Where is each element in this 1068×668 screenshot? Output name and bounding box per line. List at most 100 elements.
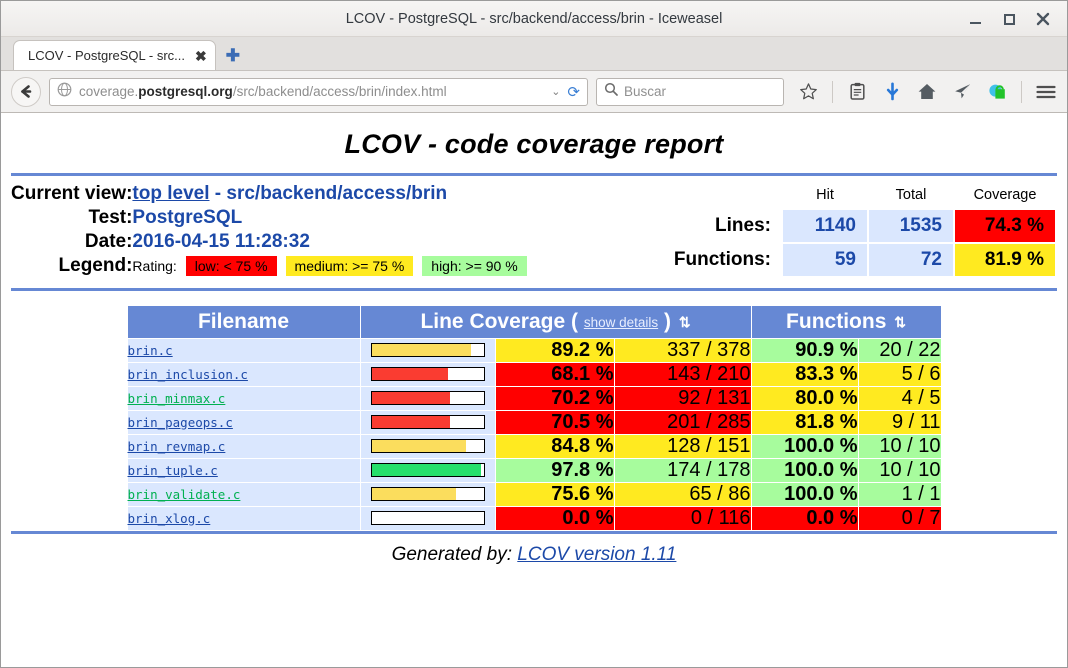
cell-filename: brin_pageops.c bbox=[128, 411, 360, 434]
top-level-link[interactable]: top level bbox=[132, 183, 209, 204]
coverage-header-row: Filename Line Coverage ( show details ) … bbox=[128, 306, 941, 338]
coverage-meter-fill bbox=[372, 368, 448, 380]
stats-functions-hit: 59 bbox=[783, 244, 867, 276]
cell-coverage-bar bbox=[361, 459, 495, 482]
download-arrow-icon[interactable] bbox=[881, 81, 903, 103]
legend-value: Rating: low: < 75 % medium: >= 75 % high… bbox=[132, 254, 526, 278]
cell-filename: brin.c bbox=[128, 339, 360, 362]
bookmark-star-icon[interactable] bbox=[797, 81, 819, 103]
summary-section: Current view: top level - src/backend/ac… bbox=[7, 176, 1061, 278]
sort-icon-line[interactable]: ⇅ bbox=[677, 314, 691, 330]
maximize-button[interactable] bbox=[1001, 11, 1017, 27]
file-link[interactable]: brin_xlog.c bbox=[128, 511, 211, 526]
cell-line-percent: 84.8 % bbox=[496, 435, 614, 458]
new-tab-icon[interactable]: ✚ bbox=[226, 47, 240, 64]
table-row: brin_minmax.c70.2 %92 / 13180.0 %4 / 5 bbox=[128, 387, 941, 410]
lcov-version-link[interactable]: LCOV version 1.11 bbox=[517, 544, 676, 565]
stats-col-hit: Hit bbox=[783, 184, 867, 208]
sort-icon-functions[interactable]: ⇅ bbox=[892, 314, 906, 330]
hamburger-menu-icon[interactable] bbox=[1035, 81, 1057, 103]
summary-left: Current view: top level - src/backend/ac… bbox=[11, 182, 527, 278]
test-label: Test: bbox=[11, 206, 132, 230]
table-row: brin_revmap.c84.8 %128 / 151100.0 %10 / … bbox=[128, 435, 941, 458]
stats-corner bbox=[673, 184, 781, 208]
pocket-send-icon[interactable] bbox=[951, 81, 973, 103]
stats-lines-row: Lines: 1140 1535 74.3 % bbox=[673, 210, 1055, 242]
chevron-down-icon[interactable]: ⌄ bbox=[551, 85, 560, 98]
file-link[interactable]: brin_validate.c bbox=[128, 487, 241, 502]
test-value: PostgreSQL bbox=[132, 206, 526, 230]
coverage-table-body: brin.c89.2 %337 / 37890.9 %20 / 22brin_i… bbox=[128, 339, 941, 530]
coverage-meter-fill bbox=[372, 440, 467, 452]
stats-col-total: Total bbox=[869, 184, 953, 208]
url-prefix: coverage. bbox=[79, 84, 138, 99]
summary-right: Hit Total Coverage Lines: 1140 1535 74.3… bbox=[527, 182, 1057, 278]
minimize-button[interactable] bbox=[967, 11, 983, 27]
column-header-filename[interactable]: Filename bbox=[128, 306, 360, 338]
cell-line-ratio: 128 / 151 bbox=[615, 435, 751, 458]
file-link[interactable]: brin_minmax.c bbox=[128, 391, 226, 406]
sync-lock-icon[interactable] bbox=[986, 81, 1008, 103]
coverage-meter bbox=[371, 391, 485, 405]
date-value: 2016-04-15 11:28:32 bbox=[132, 230, 526, 254]
toolbar-divider bbox=[832, 81, 833, 103]
cell-function-ratio: 1 / 1 bbox=[859, 483, 941, 506]
cell-filename: brin_minmax.c bbox=[128, 387, 360, 410]
cell-line-ratio: 0 / 116 bbox=[615, 507, 751, 530]
cell-filename: brin_xlog.c bbox=[128, 507, 360, 530]
file-link[interactable]: brin_inclusion.c bbox=[128, 367, 248, 382]
table-row: brin_tuple.c97.8 %174 / 178100.0 %10 / 1… bbox=[128, 459, 941, 482]
table-row: brin_xlog.c0.0 %0 / 1160.0 %0 / 7 bbox=[128, 507, 941, 530]
cell-coverage-bar bbox=[361, 339, 495, 362]
reload-icon[interactable]: ⟳ bbox=[567, 83, 580, 101]
file-link[interactable]: brin_tuple.c bbox=[128, 463, 218, 478]
search-bar[interactable]: Buscar bbox=[596, 78, 784, 106]
cell-function-ratio: 20 / 22 bbox=[859, 339, 941, 362]
file-link[interactable]: brin_pageops.c bbox=[128, 415, 233, 430]
legend-chip-low: low: < 75 % bbox=[186, 256, 277, 276]
cell-filename: brin_inclusion.c bbox=[128, 363, 360, 386]
cell-function-ratio: 10 / 10 bbox=[859, 435, 941, 458]
cell-coverage-bar bbox=[361, 435, 495, 458]
search-icon bbox=[604, 82, 618, 101]
stats-header-row: Hit Total Coverage bbox=[673, 184, 1055, 208]
cell-filename: brin_revmap.c bbox=[128, 435, 360, 458]
table-row: brin_inclusion.c68.1 %143 / 21083.3 %5 /… bbox=[128, 363, 941, 386]
cell-line-ratio: 143 / 210 bbox=[615, 363, 751, 386]
stats-lines-coverage: 74.3 % bbox=[955, 210, 1055, 242]
close-icon[interactable]: ✖ bbox=[195, 49, 207, 63]
functions-header-text: Functions bbox=[786, 310, 886, 333]
search-input[interactable]: Buscar bbox=[624, 84, 666, 99]
test-row: Test: PostgreSQL bbox=[11, 206, 527, 230]
file-link[interactable]: brin_revmap.c bbox=[128, 439, 226, 454]
cell-coverage-bar bbox=[361, 411, 495, 434]
stats-functions-coverage: 81.9 % bbox=[955, 244, 1055, 276]
browser-window: LCOV - PostgreSQL - src/backend/access/b… bbox=[0, 0, 1068, 668]
reader-clipboard-icon[interactable] bbox=[846, 81, 868, 103]
toolbar-icons bbox=[792, 81, 1057, 103]
stats-functions-row: Functions: 59 72 81.9 % bbox=[673, 244, 1055, 276]
title-bar: LCOV - PostgreSQL - src/backend/access/b… bbox=[1, 1, 1067, 37]
file-link[interactable]: brin.c bbox=[128, 343, 173, 358]
cell-function-ratio: 5 / 6 bbox=[859, 363, 941, 386]
stats-lines-hit: 1140 bbox=[783, 210, 867, 242]
cell-function-percent: 100.0 % bbox=[752, 459, 858, 482]
back-button[interactable] bbox=[11, 77, 41, 107]
coverage-meter bbox=[371, 511, 485, 525]
date-label: Date: bbox=[11, 230, 132, 254]
table-row: brin_validate.c75.6 %65 / 86100.0 %1 / 1 bbox=[128, 483, 941, 506]
coverage-meter bbox=[371, 415, 485, 429]
show-details-link[interactable]: show details bbox=[584, 315, 658, 330]
globe-icon bbox=[57, 82, 72, 102]
coverage-table: Filename Line Coverage ( show details ) … bbox=[127, 305, 942, 531]
close-button[interactable] bbox=[1035, 11, 1051, 27]
coverage-table-area: Filename Line Coverage ( show details ) … bbox=[7, 291, 1061, 531]
cell-function-percent: 100.0 % bbox=[752, 483, 858, 506]
coverage-meter-fill bbox=[372, 392, 451, 404]
cell-line-ratio: 174 / 178 bbox=[615, 459, 751, 482]
url-bar[interactable]: coverage.postgresql.org/src/backend/acce… bbox=[49, 78, 588, 106]
line-coverage-post: ) bbox=[664, 310, 671, 333]
tab-lcov-postgresql[interactable]: LCOV - PostgreSQL - src... ✖ bbox=[13, 40, 216, 70]
current-view-label: Current view: bbox=[11, 182, 132, 206]
home-icon[interactable] bbox=[916, 81, 938, 103]
